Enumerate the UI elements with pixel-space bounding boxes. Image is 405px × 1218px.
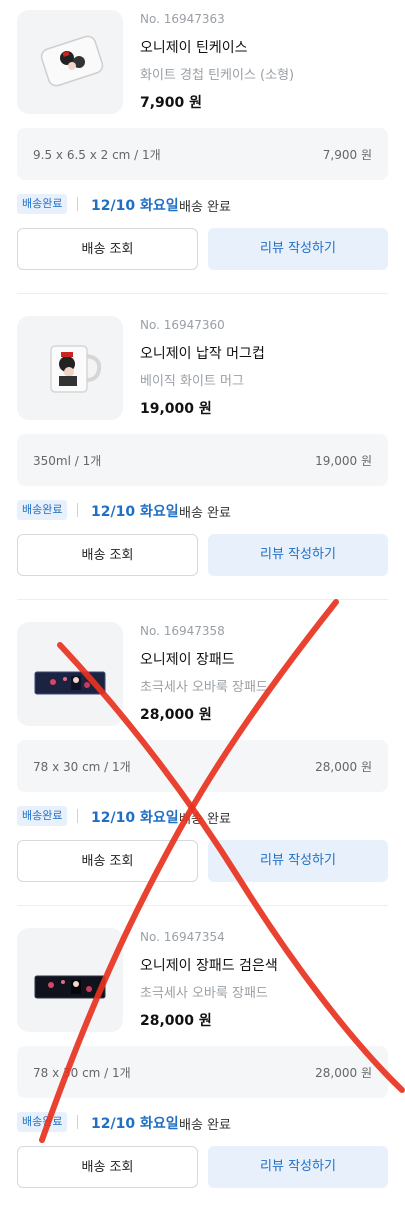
status-badge: 배송완료 [17, 500, 68, 520]
delivery-date: 12/10 화요일 [91, 504, 179, 520]
product-price: 28,000 원 [140, 1013, 212, 1029]
track-delivery-button[interactable]: 배송 조회 [17, 228, 198, 270]
delivery-status-text: 배송 완료 [179, 812, 231, 827]
order-spec-box: 78 x 30 cm / 1개 28,000 원 [17, 1046, 388, 1098]
delivery-status-row: 배송완료 12/10 화요일 배송 완료 [17, 498, 388, 522]
section-divider [17, 599, 388, 600]
product-number: No. 16947360 [140, 318, 225, 332]
product-thumbnail[interactable] [17, 622, 123, 726]
track-delivery-button[interactable]: 배송 조회 [17, 1146, 198, 1188]
divider [77, 1115, 78, 1129]
write-review-button[interactable]: 리뷰 작성하기 [208, 840, 388, 882]
delivery-date: 12/10 화요일 [91, 1116, 179, 1132]
delivery-status-text: 배송 완료 [179, 200, 231, 215]
delivery-status-text: 배송 완료 [179, 1118, 231, 1133]
write-review-button[interactable]: 리뷰 작성하기 [208, 228, 388, 270]
order-item: No. 16947354 오니제이 장패드 검은색 초극세사 오바룩 장패드 2… [0, 918, 405, 1218]
order-item: No. 16947360 오니제이 납작 머그컵 베이직 화이트 머그 19,0… [0, 306, 405, 606]
divider [77, 809, 78, 823]
product-name[interactable]: 오니제이 납작 머그컵 [140, 343, 265, 363]
product-thumbnail[interactable] [17, 10, 123, 114]
write-review-button[interactable]: 리뷰 작성하기 [208, 534, 388, 576]
status-badge: 배송완료 [17, 194, 68, 214]
product-price: 7,900 원 [140, 95, 203, 111]
spec-line-total: 7,900 원 [322, 148, 372, 162]
section-divider [17, 905, 388, 906]
divider [77, 197, 78, 211]
delivery-date: 12/10 화요일 [91, 810, 179, 826]
mug-image [50, 345, 102, 393]
spec-size-qty: 350ml / 1개 [33, 454, 102, 468]
delivery-status-row: 배송완료 12/10 화요일 배송 완료 [17, 192, 388, 216]
order-item: No. 16947358 오니제이 장패드 초극세사 오바룩 장패드 28,00… [0, 612, 405, 912]
spec-line-total: 19,000 원 [315, 454, 372, 468]
order-spec-box: 78 x 30 cm / 1개 28,000 원 [17, 740, 388, 792]
track-delivery-button[interactable]: 배송 조회 [17, 840, 198, 882]
divider [77, 503, 78, 517]
spec-size-qty: 9.5 x 6.5 x 2 cm / 1개 [33, 148, 161, 162]
delivery-status-text: 배송 완료 [179, 506, 231, 521]
order-spec-box: 350ml / 1개 19,000 원 [17, 434, 388, 486]
product-number: No. 16947354 [140, 930, 225, 944]
product-price: 28,000 원 [140, 707, 212, 723]
product-number: No. 16947358 [140, 624, 225, 638]
product-option: 초극세사 오바룩 장패드 [140, 680, 268, 695]
product-name[interactable]: 오니제이 장패드 검은색 [140, 955, 278, 975]
status-badge: 배송완료 [17, 806, 68, 826]
product-number: No. 16947363 [140, 12, 225, 26]
product-option: 초극세사 오바룩 장패드 [140, 986, 268, 1001]
product-thumbnail[interactable] [17, 928, 123, 1032]
product-option: 화이트 경첩 틴케이스 (소형) [140, 68, 295, 83]
product-thumbnail[interactable] [17, 316, 123, 420]
track-delivery-button[interactable]: 배송 조회 [17, 534, 198, 576]
spec-line-total: 28,000 원 [315, 1066, 372, 1080]
product-option: 베이직 화이트 머그 [140, 374, 244, 389]
product-price: 19,000 원 [140, 401, 212, 417]
order-spec-box: 9.5 x 6.5 x 2 cm / 1개 7,900 원 [17, 128, 388, 180]
status-badge: 배송완료 [17, 1112, 68, 1132]
delivery-status-row: 배송완료 12/10 화요일 배송 완료 [17, 1110, 388, 1134]
desk-pad-black-image [34, 975, 106, 999]
order-item: No. 16947363 오니제이 틴케이스 화이트 경첩 틴케이스 (소형) … [0, 0, 405, 300]
write-review-button[interactable]: 리뷰 작성하기 [208, 1146, 388, 1188]
spec-size-qty: 78 x 30 cm / 1개 [33, 760, 131, 774]
tin-case-image [40, 35, 104, 87]
product-name[interactable]: 오니제이 틴케이스 [140, 37, 248, 57]
spec-line-total: 28,000 원 [315, 760, 372, 774]
section-divider [17, 293, 388, 294]
spec-size-qty: 78 x 30 cm / 1개 [33, 1066, 131, 1080]
product-name[interactable]: 오니제이 장패드 [140, 649, 235, 669]
desk-pad-image [34, 671, 106, 695]
delivery-date: 12/10 화요일 [91, 198, 179, 214]
delivery-status-row: 배송완료 12/10 화요일 배송 완료 [17, 804, 388, 828]
